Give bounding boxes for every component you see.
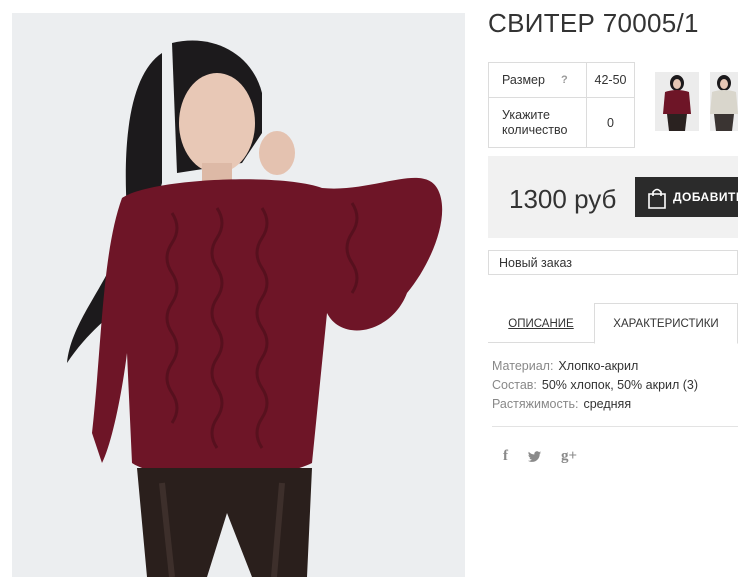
product-title: СВИТЕР 70005/1 <box>488 8 699 38</box>
product-tabs: ОПИСАНИЕ ХАРАКТЕРИСТИКИ <box>488 303 738 344</box>
spec-key: Материал: <box>492 359 554 373</box>
size-help-icon[interactable]: ? <box>561 74 568 86</box>
add-to-cart-label: ДОБАВИТЬ <box>673 190 738 204</box>
size-row: Размер ? 42-50 <box>489 63 634 98</box>
spec-composition: Состав: 50% хлопок, 50% акрил (3) <box>492 376 698 395</box>
product-price: 1300 руб <box>509 184 617 214</box>
spec-value: Хлопко-акрил <box>558 359 639 373</box>
twitter-icon[interactable] <box>527 450 542 463</box>
facebook-icon[interactable]: f <box>503 448 508 465</box>
add-to-cart-button[interactable]: ДОБАВИТЬ <box>635 177 738 217</box>
divider <box>492 426 738 427</box>
social-share: f g+ <box>503 448 577 465</box>
spec-material: Материал: Хлопко-акрил <box>492 357 698 376</box>
tab-characteristics[interactable]: ХАРАКТЕРИСТИКИ <box>594 303 738 344</box>
shopping-bag-icon <box>648 188 666 209</box>
google-plus-icon[interactable]: g+ <box>561 448 577 465</box>
tab-description[interactable]: ОПИСАНИЕ <box>488 303 594 344</box>
product-thumbnail[interactable] <box>655 72 699 131</box>
quantity-row: Укажите количество 0 <box>489 98 634 147</box>
spec-stretch: Растяжимость: средняя <box>492 395 698 414</box>
specs-list: Материал: Хлопко-акрил Состав: 50% хлопок,… <box>492 357 698 414</box>
quantity-input[interactable]: 0 <box>587 98 634 147</box>
product-main-photo[interactable] <box>12 13 465 577</box>
spec-key: Состав: <box>492 378 537 392</box>
order-select[interactable]: Новый заказ <box>488 250 738 275</box>
spec-value: средняя <box>583 397 632 411</box>
spec-value: 50% хлопок, 50% акрил (3) <box>541 378 699 392</box>
product-thumbnail[interactable] <box>710 72 738 131</box>
size-label-cell: Размер ? <box>489 63 587 97</box>
product-options-table: Размер ? 42-50 Укажите количество 0 <box>488 62 635 148</box>
size-value[interactable]: 42-50 <box>587 63 634 97</box>
price-panel: 1300 руб ДОБАВИТЬ <box>488 156 738 238</box>
spec-key: Растяжимость: <box>492 397 579 411</box>
quantity-label: Укажите количество <box>489 98 587 147</box>
size-label: Размер <box>502 73 545 87</box>
